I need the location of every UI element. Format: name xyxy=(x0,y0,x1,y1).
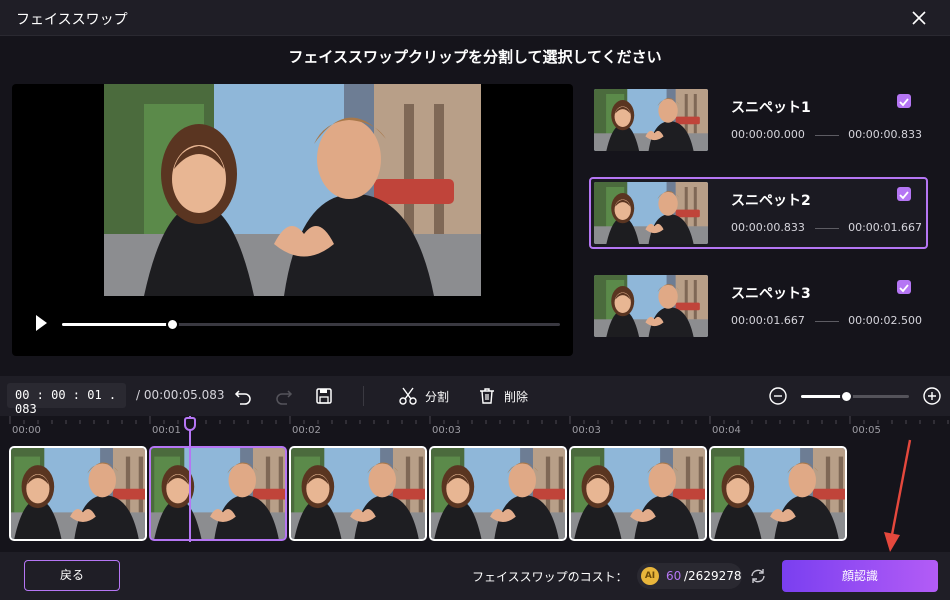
video-preview xyxy=(12,84,573,356)
snippet-checkbox[interactable] xyxy=(897,187,911,201)
playhead[interactable] xyxy=(189,416,191,542)
ruler-tick-label: 00:00 xyxy=(12,425,41,436)
split-button[interactable]: 分割 xyxy=(425,388,449,405)
total-duration: / 00:00:05.083 xyxy=(136,388,225,402)
scissors-icon[interactable] xyxy=(398,386,418,406)
ruler-tick-label: 00:01 xyxy=(152,425,181,436)
snippet-start-time: 00:00:01.667 xyxy=(731,314,805,327)
frame-thumbnail xyxy=(291,448,425,539)
snippet-end-time: 00:00:00.833 xyxy=(848,128,922,141)
frame-thumbnail xyxy=(571,448,705,539)
cost-total: /2629278 xyxy=(684,569,742,583)
snippet-checkbox[interactable] xyxy=(897,280,911,294)
snippet-3[interactable]: スニペット3 00:00:01.667 00:00:02.500 xyxy=(589,270,928,342)
snippet-2[interactable]: スニペット2 00:00:00.833 00:00:01.667 xyxy=(589,177,928,249)
ruler-tick-label: 00:04 xyxy=(712,425,741,436)
ruler-tick-label: 00:03 xyxy=(432,425,461,436)
snippet-checkbox[interactable] xyxy=(897,94,911,108)
undo-icon[interactable] xyxy=(233,386,253,406)
editing-toolbar: 00 : 00 : 01 . 083 / 00:00:05.083 分割 削除 xyxy=(0,376,950,416)
timeline-frame[interactable] xyxy=(149,446,287,541)
progress-fill xyxy=(62,323,172,326)
frame-thumbnail xyxy=(711,448,845,539)
snippet-1[interactable]: スニペット1 00:00:00.000 00:00:00.833 xyxy=(589,84,928,156)
time-separator xyxy=(815,228,839,229)
time-separator xyxy=(815,135,839,136)
cost-label: フェイススワップのコスト： xyxy=(472,570,628,584)
ruler-tick-label: 00:03 xyxy=(572,425,601,436)
frame-thumbnail xyxy=(11,448,145,539)
progress-knob[interactable] xyxy=(165,318,179,331)
check-icon xyxy=(899,284,909,293)
check-icon xyxy=(899,191,909,200)
timeline-frame[interactable] xyxy=(709,446,847,541)
window-title: フェイススワップ xyxy=(16,12,128,28)
snippet-start-time: 00:00:00.000 xyxy=(731,128,805,141)
timeline-frame[interactable] xyxy=(9,446,147,541)
timeline-frame[interactable] xyxy=(569,446,707,541)
timeline-frame[interactable] xyxy=(289,446,427,541)
ruler-tick-label: 00:05 xyxy=(852,425,881,436)
page-heading: フェイススワップクリップを分割して選択してください xyxy=(288,48,662,66)
ruler-tick-label: 00:02 xyxy=(292,425,321,436)
footer-bar: 戻る フェイススワップのコスト： AI 60 /2629278 顔認識 xyxy=(0,552,950,600)
snippet-name: スニペット2 xyxy=(731,193,811,209)
snippet-thumbnail xyxy=(594,275,708,337)
frame-thumbnail xyxy=(431,448,565,539)
zoom-out-icon[interactable] xyxy=(768,386,788,406)
current-time-input[interactable]: 00 : 00 : 01 . 083 xyxy=(7,383,126,416)
zoom-in-icon[interactable] xyxy=(922,386,942,406)
zoom-knob[interactable] xyxy=(840,390,854,403)
snippet-name: スニペット1 xyxy=(731,100,811,116)
back-button[interactable]: 戻る xyxy=(24,560,120,591)
playback-progress[interactable] xyxy=(62,318,560,331)
cost-display: AI 60 /2629278 xyxy=(637,563,742,589)
close-icon[interactable] xyxy=(910,9,928,27)
face-recognition-button[interactable]: 顔認識 xyxy=(782,560,938,592)
trash-icon[interactable] xyxy=(477,386,497,406)
frame-thumbnail xyxy=(151,448,285,539)
play-icon[interactable] xyxy=(34,314,48,332)
playhead-handle[interactable] xyxy=(184,417,196,431)
cost-used: 60 xyxy=(666,569,682,583)
snippet-name: スニペット3 xyxy=(731,286,811,302)
time-ruler xyxy=(9,416,949,424)
delete-button[interactable]: 削除 xyxy=(504,388,528,405)
save-icon[interactable] xyxy=(314,386,334,406)
snippet-end-time: 00:00:01.667 xyxy=(848,221,922,234)
check-icon xyxy=(899,98,909,107)
snippet-thumbnail xyxy=(594,89,708,151)
timeline[interactable]: 00:00 00:01 00:02 00:03 00:03 00:04 00:05 xyxy=(0,416,950,552)
snippet-end-time: 00:00:02.500 xyxy=(848,314,922,327)
timeline-frame[interactable] xyxy=(429,446,567,541)
title-bar: フェイススワップ xyxy=(0,0,950,36)
snippet-thumbnail xyxy=(594,182,708,244)
snippet-start-time: 00:00:00.833 xyxy=(731,221,805,234)
zoom-slider[interactable] xyxy=(801,390,909,403)
coin-icon: AI xyxy=(641,567,659,585)
time-separator xyxy=(815,321,839,322)
preview-image xyxy=(104,84,481,296)
toolbar-divider xyxy=(363,386,364,406)
redo-icon[interactable] xyxy=(274,386,294,406)
refresh-icon[interactable] xyxy=(749,567,767,585)
